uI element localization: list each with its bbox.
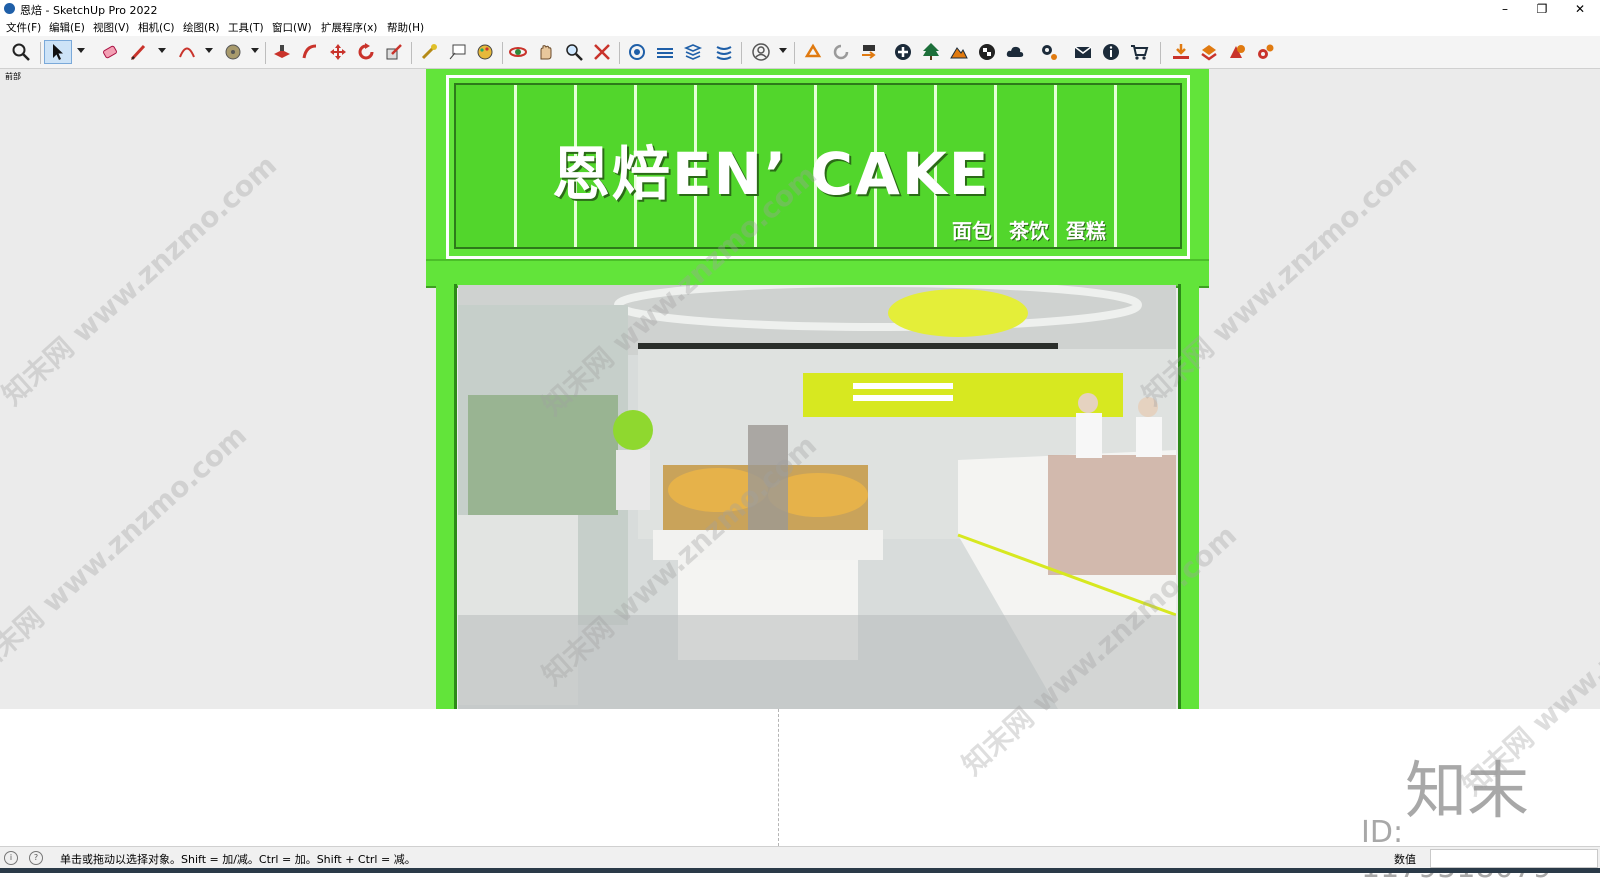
menu-view[interactable]: 视图(V)	[93, 20, 129, 35]
plugin2-icon[interactable]	[1226, 41, 1248, 63]
paint-icon[interactable]	[474, 41, 496, 63]
ground-plane	[0, 709, 1600, 846]
rotate-icon[interactable]	[355, 41, 377, 63]
title-bar: 恩焙 - SketchUp Pro 2022 – ❐ ✕	[0, 0, 1600, 18]
cloud-icon[interactable]	[1004, 41, 1026, 63]
tape-measure-icon[interactable]	[418, 41, 440, 63]
move-icon[interactable]	[327, 41, 349, 63]
chevron-down-icon[interactable]	[77, 48, 85, 53]
add-icon[interactable]	[892, 41, 914, 63]
export-icon[interactable]	[858, 41, 880, 63]
eraser-icon[interactable]	[99, 41, 121, 63]
chevron-down-icon[interactable]	[205, 48, 213, 53]
menu-tools[interactable]: 工具(T)	[228, 20, 264, 35]
refresh-icon[interactable]	[802, 41, 824, 63]
orbit-icon[interactable]	[507, 41, 529, 63]
checker-icon[interactable]	[976, 41, 998, 63]
sign-subtitle: 面包 茶饮 蛋糕	[952, 219, 1106, 243]
cart-icon[interactable]	[1128, 41, 1150, 63]
menu-draw[interactable]: 绘图(R)	[183, 20, 220, 35]
close-button[interactable]: ✕	[1562, 0, 1598, 18]
extension-icon[interactable]	[713, 41, 735, 63]
storefront-model[interactable]: 恩焙EN’ CAKE 面包 茶饮 蛋糕	[426, 69, 1209, 709]
menu-file[interactable]: 文件(F)	[6, 20, 41, 35]
chevron-down-icon[interactable]	[779, 48, 787, 53]
import-icon[interactable]	[1170, 41, 1192, 63]
layers-icon[interactable]	[654, 41, 676, 63]
settings-icon[interactable]	[1038, 41, 1060, 63]
arc-icon[interactable]	[176, 41, 198, 63]
profile-icon[interactable]	[682, 41, 704, 63]
watermark: 知末网 www.znzmo.com	[0, 418, 254, 682]
menu-extensions[interactable]: 扩展程序(x)	[321, 20, 377, 35]
sign-panel: 恩焙EN’ CAKE 面包 茶饮 蛋糕	[454, 83, 1182, 249]
status-message: 单击或拖动以选择对象。Shift = 加/减。Ctrl = 加。Shift + …	[60, 853, 416, 866]
avatar[interactable]	[750, 41, 772, 63]
sync-icon[interactable]	[830, 41, 852, 63]
sign-base	[426, 259, 1209, 288]
green-axis-line	[778, 709, 779, 846]
menu-window[interactable]: 窗口(W)	[272, 20, 312, 35]
mail-icon[interactable]	[1072, 41, 1094, 63]
right-pillar	[1178, 284, 1199, 709]
pan-icon[interactable]	[535, 41, 557, 63]
select-icon[interactable]	[44, 40, 72, 64]
pencil-icon[interactable]	[128, 41, 150, 63]
taskbar-edge	[0, 868, 1600, 873]
menu-camera[interactable]: 相机(C)	[138, 20, 175, 35]
gear-icon[interactable]	[1254, 41, 1276, 63]
maximize-button[interactable]: ❐	[1524, 0, 1560, 18]
chevron-down-icon[interactable]	[251, 48, 259, 53]
zoom-extents-icon[interactable]	[10, 41, 32, 63]
status-bar: i ? 单击或拖动以选择对象。Shift = 加/减。Ctrl = 加。Shif…	[0, 846, 1600, 869]
left-pillar	[436, 284, 457, 709]
model-viewport[interactable]: 前部 恩焙EN’ CAKE 面包 茶饮 蛋糕 知末网 www.znzmo.com…	[0, 69, 1600, 846]
menu-help[interactable]: 帮助(H)	[387, 20, 424, 35]
interior-render	[458, 285, 1176, 709]
menu-bar: 文件(F) 编辑(E) 视图(V) 相机(C) 绘图(R) 工具(T) 窗口(W…	[0, 18, 1600, 36]
scale-icon[interactable]	[383, 41, 405, 63]
window-title: 恩焙 - SketchUp Pro 2022	[20, 4, 158, 17]
watermark: 知末网 www.znzmo.com	[0, 148, 284, 412]
scene-tab-label[interactable]: 前部	[5, 71, 21, 82]
tree-icon[interactable]	[920, 41, 942, 63]
zoom-window-icon[interactable]	[591, 41, 613, 63]
section-plane-icon[interactable]	[626, 41, 648, 63]
plugin-icon[interactable]	[1198, 41, 1220, 63]
measurements-input[interactable]	[1430, 849, 1598, 868]
measurements-label: 数值	[1394, 853, 1416, 866]
zoom-icon[interactable]	[563, 41, 585, 63]
sign-title: 恩焙EN’ CAKE	[552, 140, 991, 208]
chevron-down-icon[interactable]	[158, 48, 166, 53]
text-icon[interactable]	[446, 41, 468, 63]
help-icon[interactable]: ?	[29, 851, 43, 865]
paint-bucket-icon[interactable]	[222, 41, 244, 63]
geolocation-icon[interactable]: i	[4, 851, 18, 865]
menu-edit[interactable]: 编辑(E)	[49, 20, 85, 35]
minimize-button[interactable]: –	[1487, 0, 1523, 18]
push-pull-icon[interactable]	[271, 41, 293, 63]
sketchup-app-icon	[4, 3, 15, 14]
info-icon[interactable]	[1100, 41, 1122, 63]
shop-sign: 恩焙EN’ CAKE 面包 茶饮 蛋糕	[426, 69, 1209, 288]
main-toolbar	[0, 36, 1600, 69]
store-interior-image	[458, 285, 1176, 709]
sandbox-icon[interactable]	[948, 41, 970, 63]
follow-me-icon[interactable]	[299, 41, 321, 63]
